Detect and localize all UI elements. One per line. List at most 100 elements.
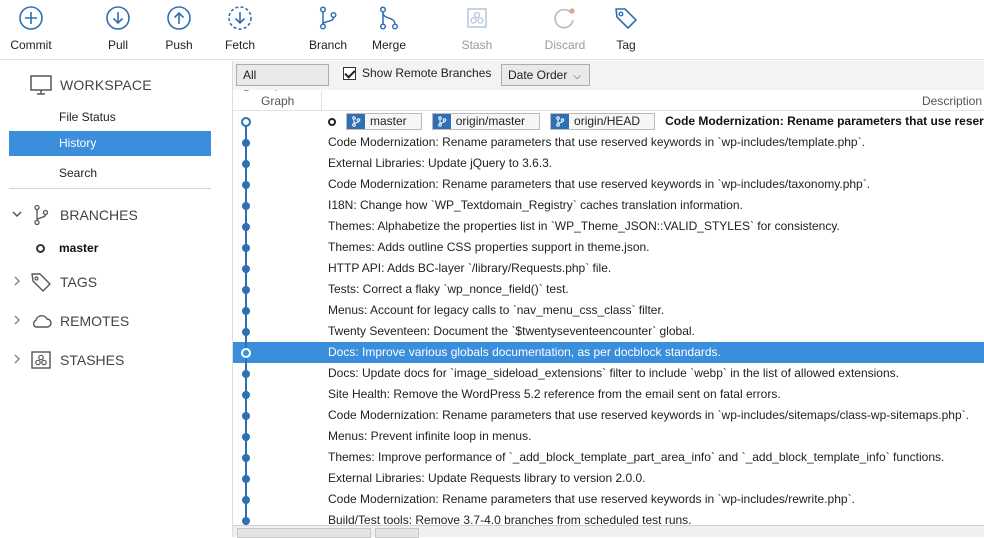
commit-row[interactable]: Twenty Seventeen: Document the `$twentys… (233, 321, 984, 342)
commit-row[interactable]: Site Health: Remove the WordPress 5.2 re… (233, 384, 984, 405)
chevron-right-icon[interactable] (12, 275, 24, 289)
head-commit-message: Code Modernization: Rename parameters th… (665, 114, 984, 128)
graph-node (242, 222, 250, 231)
graph-node (242, 390, 250, 399)
merge-button[interactable]: Merge (359, 5, 419, 57)
commit-message: Docs: Improve various globals documentat… (328, 345, 721, 359)
pull-label: Pull (107, 38, 128, 52)
commit-message: Docs: Update docs for `image_sideload_ex… (328, 366, 899, 380)
ref-badge-master[interactable]: master (346, 113, 422, 130)
discard-button[interactable]: Discard (535, 5, 595, 57)
pull-button[interactable]: Pull (88, 5, 148, 57)
commit-message: Site Health: Remove the WordPress 5.2 re… (328, 387, 781, 401)
graph-node (241, 347, 251, 358)
commit-row[interactable]: Build/Test tools: Remove 3.7-4.0 branche… (233, 510, 984, 525)
plus-circle-icon (19, 6, 43, 30)
fetch-button[interactable]: Fetch (210, 5, 270, 57)
sidebar-section-tags[interactable]: TAGS (12, 270, 97, 294)
tag-label: Tag (616, 38, 636, 52)
ref-name: origin/HEAD (574, 114, 641, 128)
workspace-title: WORKSPACE (60, 77, 152, 93)
sidebar-section-stashes[interactable]: STASHES (12, 348, 124, 372)
sidebar-item-file-status[interactable]: File Status (9, 105, 211, 130)
graph-node (242, 159, 250, 168)
description-column-header[interactable]: Description (922, 94, 982, 108)
commit-label: Commit (10, 38, 52, 52)
branch-label: Branch (308, 38, 348, 52)
arrow-up-circle-icon (167, 6, 191, 30)
graph-node (242, 243, 250, 252)
show-remote-branches-label: Show Remote Branches (362, 66, 492, 80)
commit-button[interactable]: Commit (1, 5, 61, 57)
graph-node (242, 369, 250, 378)
commit-row[interactable]: Tests: Correct a flaky `wp_nonce_field()… (233, 279, 984, 300)
head-refs: master origin/master origin/HEAD Code Mo… (328, 111, 984, 132)
commit-row[interactable]: External Libraries: Update jQuery to 3.6… (233, 153, 984, 174)
commit-row-head[interactable]: master origin/master origin/HEAD Code Mo… (233, 111, 984, 132)
bottom-tabs (233, 525, 984, 538)
graph-node (242, 180, 250, 189)
commit-row[interactable]: External Libraries: Update Requests libr… (233, 468, 984, 489)
ref-badge-origin-head[interactable]: origin/HEAD (550, 113, 656, 130)
commit-row[interactable]: Code Modernization: Rename parameters th… (233, 174, 984, 195)
graph-node (242, 138, 250, 147)
push-button[interactable]: Push (149, 5, 209, 57)
commit-message: Themes: Alphabetize the properties list … (328, 219, 840, 233)
chevron-right-icon[interactable] (12, 314, 24, 328)
commit-message: Code Modernization: Rename parameters th… (328, 408, 969, 422)
commit-message: External Libraries: Update Requests libr… (328, 471, 646, 485)
sidebar-item-history[interactable]: History (9, 131, 211, 156)
stash-label: Stash (461, 38, 493, 52)
merge-label: Merge (371, 38, 406, 52)
commit-row[interactable]: Code Modernization: Rename parameters th… (233, 489, 984, 510)
commit-row[interactable]: Themes: Improve performance of `_add_blo… (233, 447, 984, 468)
sidebar-divider (9, 188, 211, 189)
commit-row[interactable]: Menus: Prevent infinite loop in menus. (233, 426, 984, 447)
stash-button[interactable]: Stash (447, 5, 507, 57)
branch-name: master (59, 241, 99, 255)
remotes-title: REMOTES (60, 313, 130, 329)
commit-row[interactable]: Themes: Adds outline CSS properties supp… (233, 237, 984, 258)
graph-node (242, 516, 250, 525)
commit-message: Themes: Improve performance of `_add_blo… (328, 450, 945, 464)
branches-filter-dropdown[interactable]: All Branches⌵ (236, 64, 329, 102)
commit-row[interactable]: Code Modernization: Rename parameters th… (233, 132, 984, 153)
ref-name: origin/master (455, 114, 526, 128)
graph-node (242, 327, 250, 336)
tag-button[interactable]: Tag (596, 5, 656, 57)
order-value: Date Order (508, 68, 568, 82)
commit-message: Code Modernization: Rename parameters th… (328, 492, 855, 506)
chevron-right-icon[interactable] (12, 353, 24, 367)
column-divider[interactable] (321, 91, 322, 111)
sidebar-item-search[interactable]: Search (9, 161, 211, 186)
head-indicator-icon (328, 117, 336, 126)
commit-row[interactable]: Docs: Update docs for `image_sideload_ex… (233, 363, 984, 384)
workspace-header[interactable]: WORKSPACE (30, 73, 152, 97)
graph-node (242, 264, 250, 273)
commit-row[interactable]: Docs: Improve various globals documentat… (233, 342, 984, 363)
ref-name: master (370, 114, 407, 128)
checkbox-checked-icon[interactable] (343, 66, 356, 80)
merge-icon (379, 6, 399, 30)
sidebar-section-remotes[interactable]: REMOTES (12, 309, 129, 333)
sidebar-branch-master[interactable]: master (36, 238, 98, 258)
monitor-icon (30, 75, 52, 95)
branches-title: BRANCHES (60, 207, 138, 223)
commit-row[interactable]: Themes: Alphabetize the properties list … (233, 216, 984, 237)
sidebar-section-branches[interactable]: BRANCHES (12, 203, 138, 227)
commit-message: External Libraries: Update jQuery to 3.6… (328, 156, 553, 170)
commit-message: Menus: Account for legacy calls to `nav_… (328, 303, 665, 317)
graph-node (242, 474, 250, 483)
show-remote-branches-checkbox[interactable]: Show Remote Branches (343, 66, 491, 80)
branch-button[interactable]: Branch (298, 5, 358, 57)
graph-column-header[interactable]: Graph (261, 94, 294, 108)
chevron-down-icon[interactable] (12, 208, 24, 222)
order-dropdown[interactable]: Date Order ⌵ (501, 64, 590, 86)
commit-row[interactable]: Menus: Account for legacy calls to `nav_… (233, 300, 984, 321)
commit-row[interactable]: Code Modernization: Rename parameters th… (233, 405, 984, 426)
commit-message: Tests: Correct a flaky `wp_nonce_field()… (328, 282, 569, 296)
ref-badge-origin-master[interactable]: origin/master (431, 113, 541, 130)
commit-row[interactable]: I18N: Change how `WP_Textdomain_Registry… (233, 195, 984, 216)
stashes-title: STASHES (60, 352, 125, 368)
commit-row[interactable]: HTTP API: Adds BC-layer `/library/Reques… (233, 258, 984, 279)
